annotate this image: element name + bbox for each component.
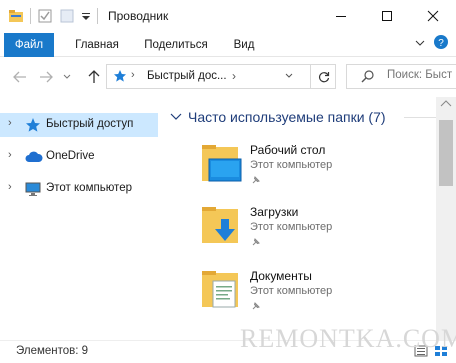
navigation-bar: › Быстрый дос... › bbox=[0, 57, 456, 97]
refresh-icon bbox=[318, 71, 329, 82]
cloud-icon bbox=[25, 149, 43, 165]
computer-icon bbox=[25, 181, 41, 197]
help-icon: ? bbox=[434, 35, 448, 49]
folder-location: Этот компьютер bbox=[250, 221, 333, 233]
arrow-right-icon bbox=[40, 71, 53, 83]
folder-item-downloads[interactable]: Загрузки Этот компьютер bbox=[200, 203, 430, 259]
watermark: REMONTKA.COM bbox=[240, 324, 456, 353]
window-title: Проводник bbox=[108, 8, 169, 23]
content-pane: Часто используемые папки (7) Рабочий сто… bbox=[168, 97, 436, 340]
pin-icon bbox=[250, 300, 262, 315]
forward-button[interactable] bbox=[36, 67, 56, 87]
new-folder-icon[interactable] bbox=[59, 8, 75, 24]
quick-access-toolbar bbox=[0, 0, 98, 31]
address-history-dropdown[interactable] bbox=[285, 68, 293, 85]
recent-locations-button[interactable] bbox=[61, 67, 73, 87]
scroll-up-icon[interactable] bbox=[440, 99, 452, 109]
maximize-icon bbox=[382, 10, 392, 21]
pin-icon bbox=[250, 174, 262, 189]
divider bbox=[404, 117, 436, 118]
breadcrumb-chevron-icon[interactable]: › bbox=[232, 69, 236, 83]
back-button[interactable] bbox=[10, 67, 30, 87]
scrollbar-thumb[interactable] bbox=[439, 120, 453, 186]
tab-file[interactable]: Файл bbox=[4, 33, 54, 57]
expand-chevron-icon[interactable]: › bbox=[8, 181, 12, 193]
folder-location: Этот компьютер bbox=[250, 159, 333, 171]
sidebar-item-quick-access[interactable]: › Быстрый доступ bbox=[0, 113, 158, 137]
minimize-button[interactable] bbox=[318, 0, 364, 31]
tab-home[interactable]: Главная bbox=[66, 34, 128, 56]
toolbar-separator bbox=[30, 7, 31, 24]
folder-name: Рабочий стол bbox=[250, 143, 326, 157]
tab-share[interactable]: Поделиться bbox=[137, 34, 215, 56]
address-bar[interactable]: › Быстрый дос... › bbox=[106, 64, 336, 89]
breadcrumb-separator-icon: › bbox=[131, 69, 135, 81]
expand-ribbon-button[interactable] bbox=[414, 37, 426, 52]
group-header[interactable]: Часто используемые папки (7) bbox=[168, 107, 386, 127]
search-box[interactable] bbox=[346, 64, 456, 89]
maximize-button[interactable] bbox=[364, 0, 410, 31]
star-icon bbox=[113, 69, 127, 86]
folder-name: Загрузки bbox=[250, 205, 299, 219]
search-input[interactable] bbox=[387, 69, 456, 81]
toolbar-separator bbox=[97, 7, 98, 24]
help-button[interactable]: ? bbox=[433, 34, 449, 53]
documents-folder-icon bbox=[200, 267, 244, 311]
chevron-down-icon bbox=[63, 74, 71, 79]
address-path[interactable]: Быстрый дос... bbox=[147, 70, 227, 82]
group-title: Часто используемые папки (7) bbox=[188, 109, 386, 125]
expand-chevron-icon[interactable]: › bbox=[8, 117, 12, 129]
close-icon bbox=[427, 10, 439, 21]
expand-chevron-icon[interactable]: › bbox=[8, 149, 12, 161]
minimize-icon bbox=[336, 15, 346, 17]
chevron-down-icon bbox=[415, 40, 425, 46]
close-button[interactable] bbox=[410, 0, 456, 31]
navigation-pane: › Быстрый доступ › OneDrive › Этот компь… bbox=[0, 97, 162, 340]
folder-item-desktop[interactable]: Рабочий стол Этот компьютер bbox=[200, 141, 430, 197]
items-count: Элементов: 9 bbox=[16, 345, 89, 357]
sidebar-item-label: Этот компьютер bbox=[46, 182, 132, 194]
folder-item-documents[interactable]: Документы Этот компьютер bbox=[200, 267, 430, 323]
star-icon bbox=[25, 117, 41, 133]
explorer-folder-icon[interactable] bbox=[8, 8, 24, 24]
arrow-up-icon bbox=[88, 70, 100, 83]
up-button[interactable] bbox=[84, 67, 104, 87]
chevron-down-icon bbox=[170, 110, 184, 124]
search-icon bbox=[361, 69, 375, 86]
sidebar-item-onedrive[interactable]: › OneDrive bbox=[0, 145, 158, 169]
folder-location: Этот компьютер bbox=[250, 285, 333, 297]
pin-icon bbox=[250, 236, 262, 251]
customize-toolbar-icon[interactable] bbox=[81, 8, 91, 24]
tab-view[interactable]: Вид bbox=[225, 34, 263, 56]
title-bar: Проводник bbox=[0, 0, 456, 31]
refresh-button[interactable] bbox=[310, 65, 336, 88]
properties-icon[interactable] bbox=[37, 8, 53, 24]
sidebar-item-label: OneDrive bbox=[46, 150, 95, 162]
folder-name: Документы bbox=[250, 269, 312, 283]
downloads-folder-icon bbox=[200, 203, 244, 247]
chevron-down-icon bbox=[285, 73, 293, 78]
arrow-left-icon bbox=[13, 71, 26, 83]
desktop-folder-icon bbox=[200, 141, 244, 185]
svg-text:?: ? bbox=[438, 38, 444, 49]
ribbon-tabs: Файл Главная Поделиться Вид ? bbox=[0, 31, 456, 57]
sidebar-item-this-pc[interactable]: › Этот компьютер bbox=[0, 177, 158, 201]
vertical-scrollbar[interactable] bbox=[436, 97, 456, 340]
sidebar-item-label: Быстрый доступ bbox=[46, 118, 134, 130]
